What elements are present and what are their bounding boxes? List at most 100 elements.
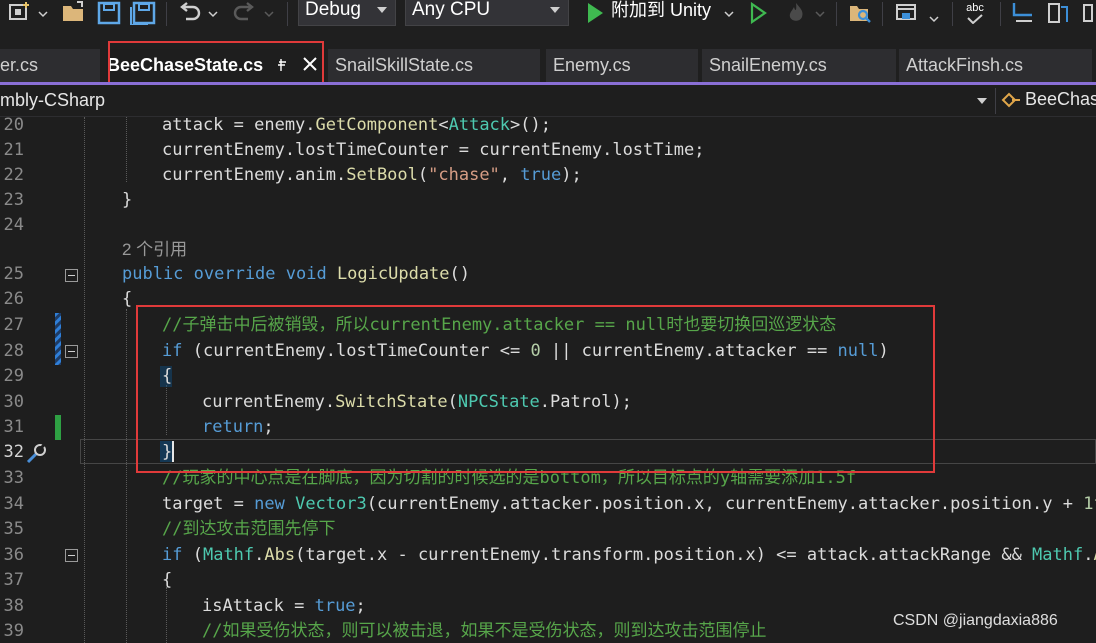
tab-5[interactable]: AttackFinsh.cs [899,49,1092,82]
toolbar-separator [882,2,883,26]
start-icon[interactable] [582,0,608,26]
tab-label: AttackFinsh.cs [906,55,1024,75]
tab-label: Enemy.cs [553,55,631,75]
configuration-select[interactable]: Debug [298,0,396,26]
code-comment: //玩家的中心点是在脚底，因为切割的时候选的是bottom，所以目标点的y轴需要… [162,468,857,488]
spell-check-icon[interactable]: abc [960,0,990,26]
code-line-current: 32 } [0,440,1096,465]
solution-explorer-icon[interactable] [1043,0,1073,26]
tab-label: er.cs [0,55,39,75]
chevron-down-icon[interactable] [264,9,274,19]
code-line: 28 if (currentEnemy.lostTimeCounter <= 0… [0,339,1096,364]
hot-reload-icon[interactable] [782,0,810,26]
toolbar-separator [1000,2,1001,26]
chevron-down-icon[interactable] [38,9,48,19]
member-label: BeeChas [1025,89,1096,109]
member-dropdown[interactable]: BeeChas [1001,89,1096,110]
code-line: 25 public override void LogicUpdate() [0,262,1096,287]
line-number: 31 [3,417,24,437]
tab-3[interactable]: Enemy.cs [546,49,698,82]
toolbar: Debug Any CPU 附加到 Unity abc [0,0,1096,40]
tab-1-active[interactable]: BeeChaseState.cs [106,49,326,82]
line-number: 38 [3,596,24,616]
line-number: 26 [3,289,24,309]
navigation-bar: mbly-CSharp BeeChas [0,85,1096,117]
save-all-icon[interactable] [128,0,158,26]
code-line: 29 { [0,364,1096,389]
line-number: 27 [3,315,24,335]
new-project-icon[interactable] [6,0,36,26]
line-number: 21 [3,140,24,160]
chevron-down-icon[interactable] [977,98,987,104]
tab-label: BeeChaseState.cs [107,55,264,75]
code-line: 35 //到达攻击范围先停下 [0,517,1096,542]
open-folder-icon[interactable] [60,0,88,26]
chevron-down-icon [377,7,387,13]
pin-icon[interactable] [277,58,289,72]
close-icon[interactable] [303,57,317,71]
browser-link-icon[interactable] [892,0,922,26]
toolbar-separator [287,2,288,26]
code-line: 37 { [0,568,1096,593]
chevron-down-icon[interactable] [208,9,218,19]
code-comment: //子弹击中后被销毁，所以currentEnemy.attacker == nu… [162,315,837,335]
line-number: 22 [3,165,24,185]
document-tabs: er.cs BeeChaseState.cs SnailSkillState.c… [0,40,1096,86]
class-icon [1001,92,1020,107]
code-text: { [122,289,133,309]
step-icon[interactable] [1008,0,1038,26]
code-comment: //到达攻击范围先停下 [162,519,336,539]
code-text: } [122,190,133,210]
chevron-down-icon[interactable] [724,9,734,19]
chevron-down-icon[interactable] [815,9,825,19]
code-line: 23 } [0,188,1096,213]
attach-to-unity-button[interactable]: 附加到 Unity [611,0,711,22]
code-line: 34 target = new Vector3(currentEnemy.att… [0,492,1096,517]
redo-icon[interactable] [230,0,258,26]
code-comment: //如果受伤状态，则可以被击退，如果不是受伤状态，则到达攻击范围停止 [202,621,767,641]
code-text: if (Mathf.Abs(target.x - currentEnemy.tr… [162,545,1096,565]
code-text: isAttack = true; [202,596,366,616]
code-text: attack = enemy.GetComponent<Attack>(); [162,117,551,135]
save-icon[interactable] [95,0,123,26]
watermark: CSDN @jiangdaxia886 [893,612,1058,629]
line-number: 23 [3,190,24,210]
code-line: 24 [0,213,1096,238]
code-text: currentEnemy.lostTimeCounter = currentEn… [162,140,705,160]
code-text: currentEnemy.anim.SetBool("chase", true)… [162,165,582,185]
code-text: return; [202,417,274,437]
line-number: 36 [3,545,24,565]
code-line: 21 currentEnemy.lostTimeCounter = curren… [0,138,1096,163]
toolbar-overflow-icon[interactable] [1080,0,1096,26]
line-number: 37 [3,570,24,590]
spell-check-label: abc [966,1,984,14]
tab-2[interactable]: SnailSkillState.cs [328,49,540,82]
code-line: 20 attack = enemy.GetComponent<Attack>()… [0,117,1096,138]
line-number: 32 [3,442,24,462]
codelens-line: 2 个引用 [0,237,1096,262]
tab-label: SnailSkillState.cs [335,55,474,75]
find-in-files-icon[interactable] [846,0,874,26]
line-number: 33 [3,468,24,488]
platform-select[interactable]: Any CPU [405,0,569,26]
code-line: 36 if (Mathf.Abs(target.x - currentEnemy… [0,543,1096,568]
code-editor[interactable]: 20 attack = enemy.GetComponent<Attack>()… [0,117,1096,643]
undo-icon[interactable] [176,0,204,26]
project-dropdown[interactable]: mbly-CSharp [0,90,105,111]
code-text: { [162,570,173,590]
tab-0[interactable]: er.cs [0,49,100,82]
code-line: 30 currentEnemy.SwitchState(NPCState.Pat… [0,390,1096,415]
line-number: 25 [3,264,24,284]
line-number: 24 [3,215,24,235]
reference-count-link[interactable]: 2 个引用 [122,237,187,262]
line-number: 20 [3,117,24,135]
start-without-debugging-icon[interactable] [745,0,771,26]
platform-value: Any CPU [412,0,491,20]
line-number: 34 [3,494,24,514]
chevron-down-icon[interactable] [929,14,939,24]
line-number: 35 [3,519,24,539]
chevron-down-icon [550,7,560,13]
line-number: 29 [3,366,24,386]
toolbar-separator [166,2,167,26]
tab-4[interactable]: SnailEnemy.cs [702,49,896,82]
